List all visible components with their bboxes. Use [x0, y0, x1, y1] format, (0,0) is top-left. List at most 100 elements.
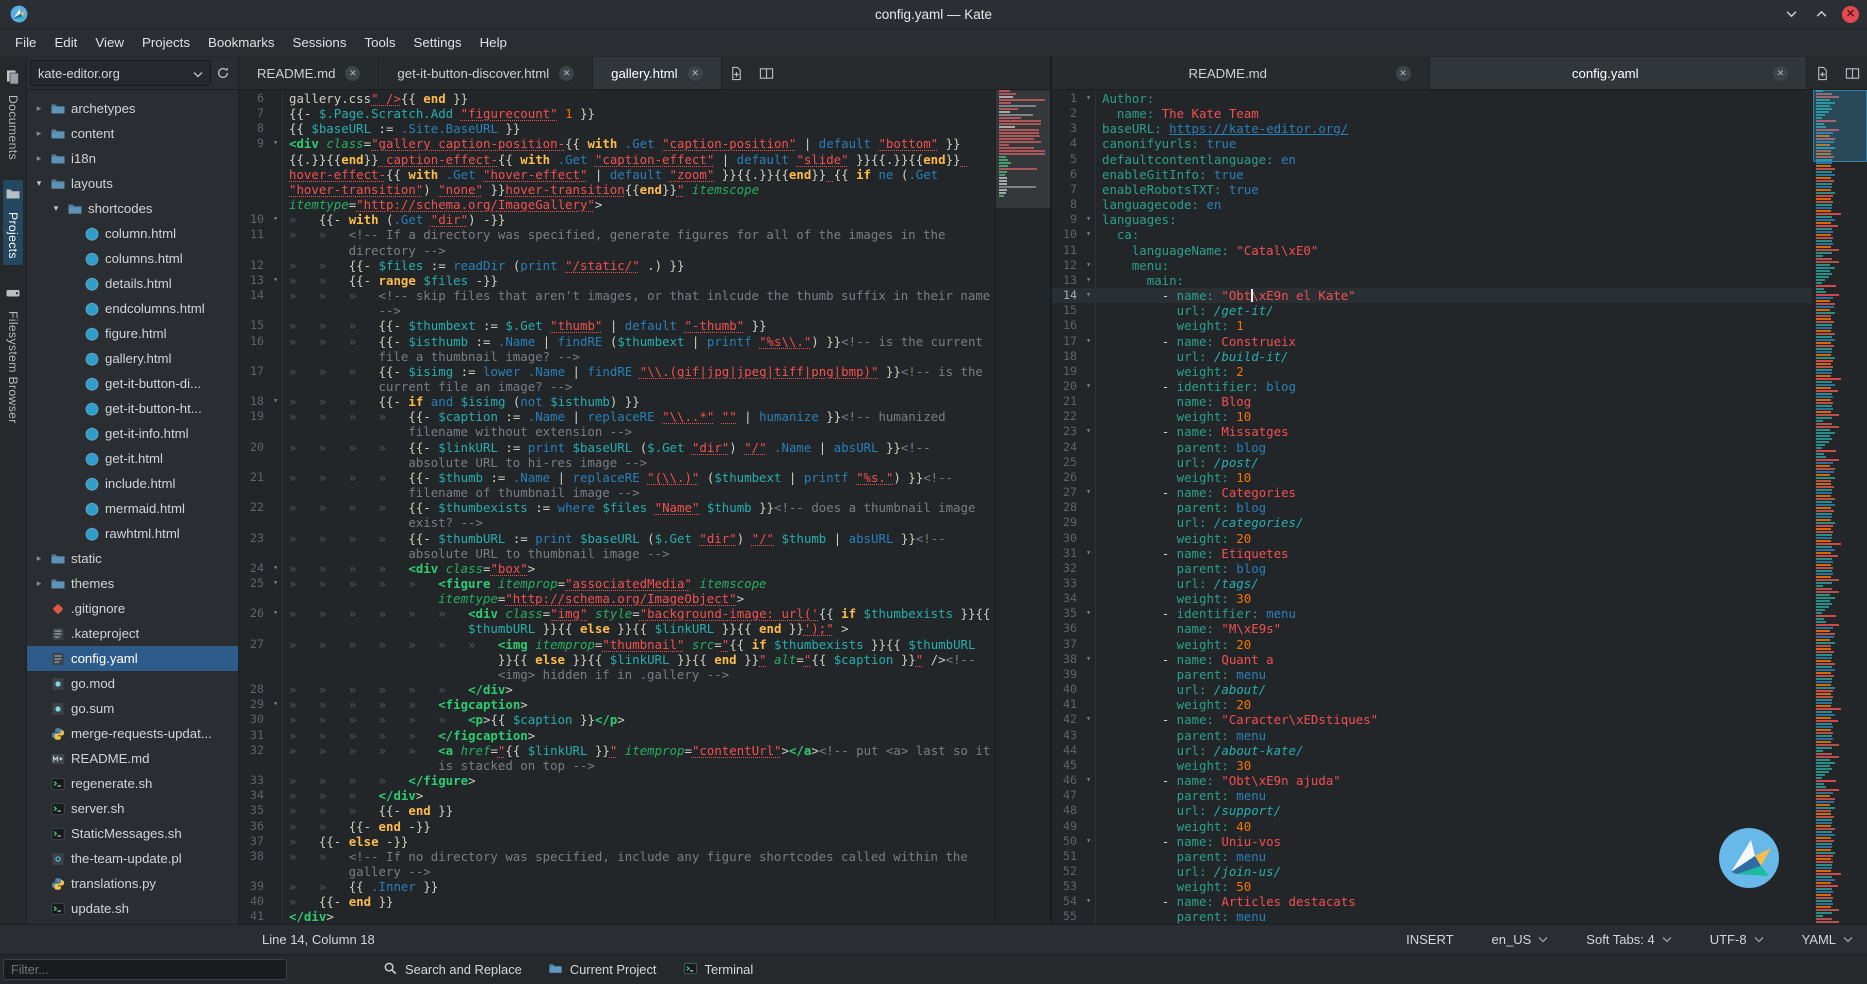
code-line[interactable]: 14▾ - name: "Obt\xE9n el Kate": [1052, 288, 1812, 303]
line-number[interactable]: 40: [239, 894, 269, 909]
code-line[interactable]: 40» {{- end }}: [239, 894, 995, 909]
line-number[interactable]: 6: [239, 91, 269, 106]
dictionary-selector[interactable]: en_US: [1492, 932, 1549, 947]
tree-item-get-it-info-html[interactable]: get-it-info.html: [27, 421, 238, 446]
line-number[interactable]: 32: [1052, 561, 1082, 576]
line-number[interactable]: 40: [1052, 682, 1082, 697]
code-line[interactable]: 32» » » » » <a href="{{ $linkURL }}" ite…: [239, 743, 995, 773]
code-line[interactable]: 48 url: /support/: [1052, 803, 1812, 818]
tree-item-column-html[interactable]: column.html: [27, 221, 238, 246]
code-line[interactable]: 36» » {{- end -}}: [239, 819, 995, 834]
tool-button-terminal[interactable]: Terminal: [683, 961, 754, 979]
code-line[interactable]: 32 parent: blog: [1052, 561, 1812, 576]
line-number[interactable]: 47: [1052, 788, 1082, 803]
line-number[interactable]: 20: [239, 440, 269, 470]
fold-arrow-icon[interactable]: ▾: [1082, 652, 1096, 667]
fold-arrow-icon[interactable]: ▾: [1082, 712, 1096, 727]
code-line[interactable]: 2 name: The Kate Team: [1052, 106, 1812, 121]
code-line[interactable]: 12» » {{- $files := readDir (print "/sta…: [239, 258, 995, 273]
sidebar-tab-filesystem-browser[interactable]: Filesystem Browser: [3, 279, 23, 430]
code-line[interactable]: 20» » » » {{- $linkURL := print $baseURL…: [239, 440, 995, 470]
line-number[interactable]: 44: [1052, 743, 1082, 758]
code-line[interactable]: 35▾ - identifier: menu: [1052, 606, 1812, 621]
line-number[interactable]: 26: [1052, 470, 1082, 485]
line-number[interactable]: 29: [1052, 515, 1082, 530]
code-line[interactable]: 39» » {{ .Inner }}: [239, 879, 995, 894]
code-line[interactable]: 10▾» {{- with (.Get "dir") -}}: [239, 212, 995, 227]
code-line[interactable]: 39 parent: menu: [1052, 667, 1812, 682]
line-number[interactable]: 35: [239, 803, 269, 818]
line-number[interactable]: 37: [239, 834, 269, 849]
line-number[interactable]: 48: [1052, 803, 1082, 818]
code-line[interactable]: 36 name: "M\xE9s": [1052, 621, 1812, 636]
code-line[interactable]: 24▾» » » » <div class="box">: [239, 561, 995, 576]
line-number[interactable]: 16: [1052, 318, 1082, 333]
code-line[interactable]: 30 weight: 20: [1052, 531, 1812, 546]
minimap-scrollbar-left[interactable]: [995, 90, 1050, 924]
code-line[interactable]: 15 url: /get-it/: [1052, 303, 1812, 318]
code-line[interactable]: 22 weight: 10: [1052, 409, 1812, 424]
fold-arrow-icon[interactable]: ▾: [269, 697, 283, 712]
code-line[interactable]: 27▾ - name: Categories: [1052, 485, 1812, 500]
tree-item-archetypes[interactable]: ▸archetypes: [27, 96, 238, 121]
code-area-right[interactable]: 1▾Author:2 name: The Kate Team3baseURL: …: [1052, 90, 1812, 924]
code-line[interactable]: 40 url: /about/: [1052, 682, 1812, 697]
fold-arrow-icon[interactable]: ▾: [1082, 91, 1096, 106]
line-number[interactable]: 10: [1052, 227, 1082, 242]
line-number[interactable]: 18: [239, 394, 269, 409]
fold-arrow-icon[interactable]: ▾: [269, 606, 283, 636]
tab-get-it-button-discover-html[interactable]: get-it-button-discover.html✕: [379, 57, 593, 89]
code-line[interactable]: 16» » » {{- $isthumb := .Name | findRE (…: [239, 334, 995, 364]
line-number[interactable]: 1: [1052, 91, 1082, 106]
code-line[interactable]: 34 weight: 30: [1052, 591, 1812, 606]
menu-bookmarks[interactable]: Bookmarks: [199, 31, 284, 54]
line-number[interactable]: 53: [1052, 879, 1082, 894]
fold-arrow-icon[interactable]: ▾: [1082, 379, 1096, 394]
minimap-scrollbar-right[interactable]: [1812, 90, 1867, 924]
code-line[interactable]: 7{{- $.Page.Scratch.Add "figurecount" 1 …: [239, 106, 995, 121]
tree-item-go-sum[interactable]: go.sum: [27, 696, 238, 721]
line-number[interactable]: 25: [239, 576, 269, 606]
line-number[interactable]: 25: [1052, 455, 1082, 470]
line-number[interactable]: 28: [239, 682, 269, 697]
code-line[interactable]: 37» {{- else -}}: [239, 834, 995, 849]
tree-item-the-team-update-pl[interactable]: the-team-update.pl: [27, 846, 238, 871]
code-line[interactable]: 38▾ - name: Quant a: [1052, 652, 1812, 667]
code-line[interactable]: 6enableGitInfo: true: [1052, 167, 1812, 182]
tree-item-merge-requests-updat[interactable]: merge-requests-updat...: [27, 721, 238, 746]
code-line[interactable]: 42▾ - name: "Caracter\xEDstiques": [1052, 712, 1812, 727]
line-number[interactable]: 11: [239, 227, 269, 257]
code-line[interactable]: 19» » » » {{- $caption := .Name | replac…: [239, 409, 995, 439]
line-number[interactable]: 12: [239, 258, 269, 273]
tree-item-gallery-html[interactable]: gallery.html: [27, 346, 238, 371]
expand-icon[interactable]: ▸: [33, 578, 45, 589]
close-tab-icon[interactable]: ✕: [688, 66, 703, 81]
fold-arrow-icon[interactable]: ▾: [1082, 424, 1096, 439]
code-line[interactable]: 17▾ - name: Construeix: [1052, 334, 1812, 349]
line-number[interactable]: 9: [1052, 212, 1082, 227]
line-number[interactable]: 50: [1052, 834, 1082, 849]
tree-item-i18n[interactable]: ▸i18n: [27, 146, 238, 171]
line-number[interactable]: 17: [239, 364, 269, 394]
code-line[interactable]: 25 url: /post/: [1052, 455, 1812, 470]
line-number[interactable]: 35: [1052, 606, 1082, 621]
line-number[interactable]: 41: [1052, 697, 1082, 712]
code-line[interactable]: 31» » » » » </figcaption>: [239, 728, 995, 743]
split-view-icon[interactable]: [752, 57, 782, 89]
code-line[interactable]: 31▾ - name: Etiquetes: [1052, 546, 1812, 561]
line-number[interactable]: 29: [239, 697, 269, 712]
code-line[interactable]: 30» » » » » » <p>{{ $caption }}</p>: [239, 712, 995, 727]
code-line[interactable]: 28 parent: blog: [1052, 500, 1812, 515]
code-line[interactable]: 46▾ - name: "Obt\xE9n ajuda": [1052, 773, 1812, 788]
tool-button-current-project[interactable]: Current Project: [548, 961, 657, 979]
code-line[interactable]: 9▾<div class="gallery caption-position-{…: [239, 136, 995, 212]
line-number[interactable]: 39: [1052, 667, 1082, 682]
line-number[interactable]: 24: [1052, 440, 1082, 455]
tree-item-content[interactable]: ▸content: [27, 121, 238, 146]
code-line[interactable]: 7enableRobotsTXT: true: [1052, 182, 1812, 197]
line-number[interactable]: 3: [1052, 121, 1082, 136]
line-number[interactable]: 6: [1052, 167, 1082, 182]
tree-item-get-it-html[interactable]: get-it.html: [27, 446, 238, 471]
fold-arrow-icon[interactable]: ▾: [1082, 273, 1096, 288]
code-area-left[interactable]: 6gallery.css" />{{ end }}7{{- $.Page.Scr…: [239, 90, 995, 924]
